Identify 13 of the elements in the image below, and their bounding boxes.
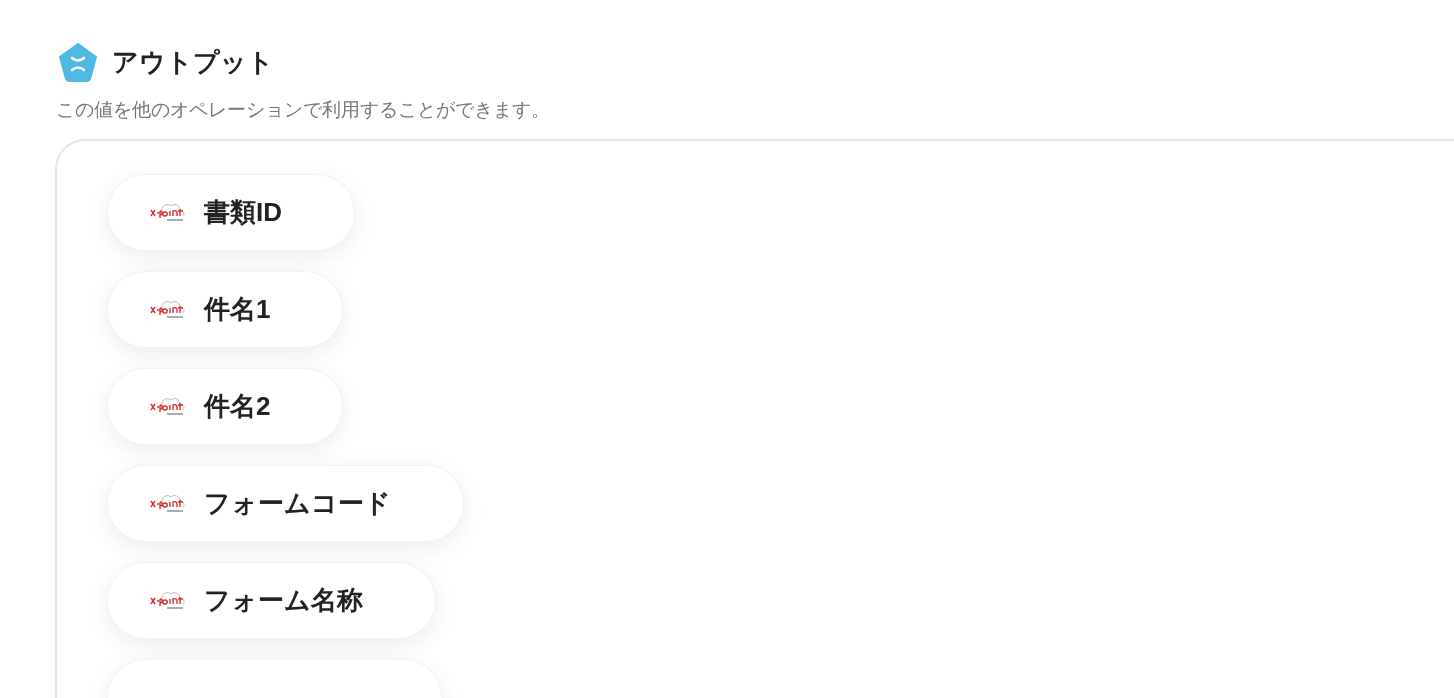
output-chip[interactable]: フォームコード bbox=[107, 464, 464, 542]
section-title: アウトプット bbox=[112, 46, 274, 79]
logo-icon bbox=[150, 492, 186, 514]
logo-icon bbox=[150, 395, 186, 417]
output-chip[interactable]: 書類ID bbox=[107, 173, 355, 251]
output-chip[interactable]: 件名1 bbox=[107, 270, 344, 348]
section-description: この値を他のオペレーションで利用することができます。 bbox=[55, 98, 551, 122]
logo-icon bbox=[150, 589, 186, 611]
logo-icon bbox=[150, 201, 186, 223]
output-chip[interactable]: 件名2 bbox=[107, 367, 344, 445]
pentagon-x-icon bbox=[58, 43, 98, 82]
output-chip[interactable]: フォーム名称 bbox=[107, 561, 436, 639]
logo-icon bbox=[150, 298, 186, 320]
